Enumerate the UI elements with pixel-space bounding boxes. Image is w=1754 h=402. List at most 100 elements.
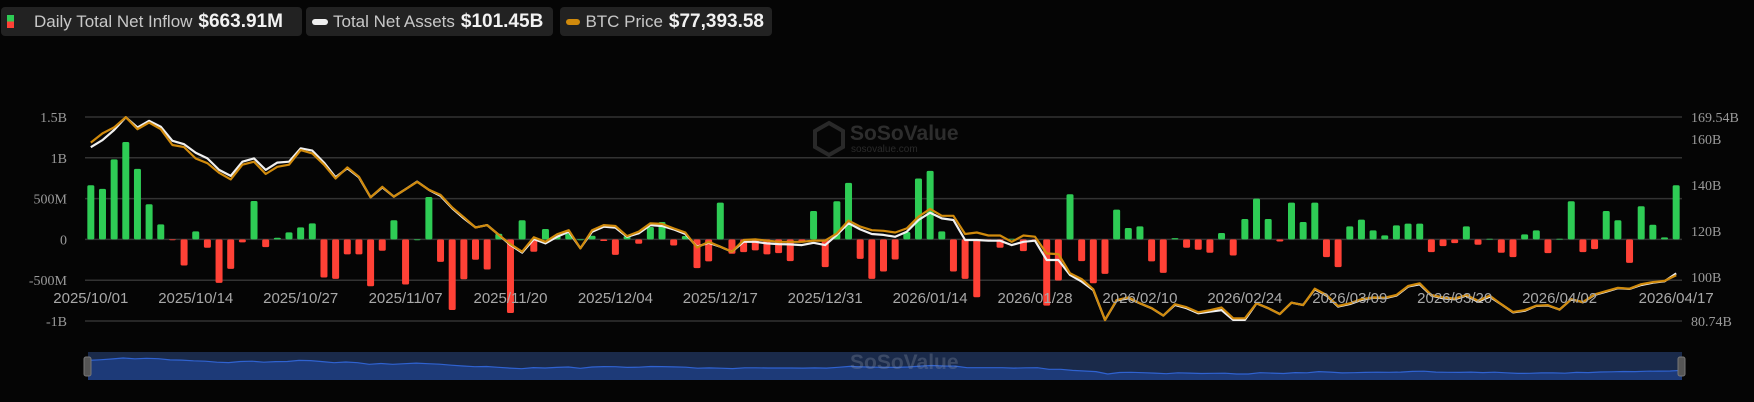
inflow-bar bbox=[1404, 223, 1412, 240]
inflow-bar bbox=[949, 239, 957, 272]
inflow-bar bbox=[1509, 239, 1517, 258]
sosovalue-logo-icon bbox=[813, 120, 845, 158]
inflow-bar bbox=[297, 227, 305, 240]
inflow-bar bbox=[1567, 201, 1575, 240]
inflow-bar bbox=[1474, 239, 1482, 245]
inflow-bar bbox=[390, 220, 398, 240]
inflow-bar bbox=[250, 200, 258, 240]
x-axis-tick-label: 2025/10/14 bbox=[158, 290, 233, 307]
inflow-bar bbox=[133, 168, 141, 240]
inflow-bar bbox=[1241, 219, 1249, 240]
inflow-bar bbox=[973, 239, 981, 298]
left-axis-tick-label: 1.5B bbox=[40, 111, 67, 126]
inflow-bar bbox=[1322, 239, 1330, 258]
inflow-bar bbox=[1521, 234, 1529, 240]
inflow-bar bbox=[402, 239, 410, 285]
inflow-bar bbox=[448, 239, 456, 310]
inflow-bar bbox=[1532, 230, 1540, 240]
inflow-bar bbox=[192, 231, 200, 240]
inflow-bar bbox=[1392, 225, 1400, 240]
x-axis-tick-label: 2026/04/17 bbox=[1639, 290, 1714, 307]
slider-left-handle[interactable] bbox=[83, 356, 92, 377]
inflow-bar bbox=[856, 239, 864, 259]
inflow-bar bbox=[1194, 239, 1202, 250]
x-axis-tick-label: 2025/12/17 bbox=[683, 290, 758, 307]
inflow-bar bbox=[308, 223, 316, 240]
inflow-bar bbox=[122, 142, 130, 240]
inflow-bar bbox=[1672, 185, 1680, 240]
right-axis-tick-label: 169.54B bbox=[1691, 111, 1739, 126]
inflow-bar bbox=[110, 159, 118, 240]
inflow-bar bbox=[87, 185, 95, 240]
inflow-bar bbox=[716, 202, 724, 240]
inflow-bar bbox=[157, 224, 165, 240]
inflow-bar bbox=[600, 239, 608, 242]
inflow-bar bbox=[203, 239, 211, 248]
inflow-bar bbox=[1287, 202, 1295, 240]
inflow-bar bbox=[926, 170, 934, 240]
inflow-bar bbox=[1544, 239, 1552, 254]
watermark: SoSoValue sosovalue.com bbox=[813, 120, 959, 158]
x-axis-tick-label: 2026/03/20 bbox=[1417, 290, 1492, 307]
inflow-bar bbox=[1066, 194, 1074, 240]
inflow-bar bbox=[891, 239, 899, 260]
inflow-bar bbox=[670, 239, 678, 246]
data-zoom-slider[interactable]: SoSoValue bbox=[83, 351, 1686, 380]
inflow-bar bbox=[938, 231, 946, 240]
inflow-bar bbox=[1556, 238, 1564, 240]
inflow-bar bbox=[1626, 239, 1634, 263]
left-axis-tick-label: -500M bbox=[29, 274, 68, 289]
inflow-bar bbox=[483, 239, 491, 270]
inflow-bar bbox=[1089, 239, 1097, 284]
x-axis-tick-label: 2026/04/02 bbox=[1522, 290, 1597, 307]
right-axis-tick-label: 160B bbox=[1691, 133, 1721, 148]
inflow-bar bbox=[1276, 239, 1284, 242]
inflow-bar bbox=[1614, 220, 1622, 240]
inflow-bar bbox=[1183, 239, 1191, 248]
inflow-bar bbox=[518, 220, 526, 240]
inflow-bar bbox=[332, 239, 340, 279]
x-axis-tick-label: 2025/10/01 bbox=[53, 290, 128, 307]
inflow-bar bbox=[1357, 219, 1365, 240]
inflow-bar bbox=[1136, 226, 1144, 240]
inflow-bar bbox=[180, 239, 188, 266]
right-axis-tick-label: 120B bbox=[1691, 225, 1721, 240]
inflow-bar bbox=[215, 239, 223, 283]
slider-right-handle[interactable] bbox=[1677, 356, 1686, 377]
inflow-bar bbox=[1427, 239, 1435, 253]
left-axis-tick-label: -1B bbox=[46, 315, 67, 330]
inflow-bar bbox=[145, 204, 153, 240]
inflow-bar bbox=[1078, 239, 1086, 262]
inflow-bar bbox=[238, 239, 246, 243]
inflow-bar bbox=[576, 239, 584, 241]
watermark-site: sosovalue.com bbox=[851, 144, 918, 155]
x-axis-tick-label: 2026/02/10 bbox=[1102, 290, 1177, 307]
inflow-bar bbox=[1661, 237, 1669, 240]
inflow-bar bbox=[460, 239, 468, 280]
slider-watermark-brand: SoSoValue bbox=[850, 351, 959, 374]
inflow-bar bbox=[1334, 239, 1342, 268]
inflow-bar bbox=[378, 239, 386, 251]
inflow-bar bbox=[646, 226, 654, 240]
inflow-bar bbox=[367, 239, 375, 287]
watermark-brand: SoSoValue bbox=[850, 122, 959, 145]
inflow-bar bbox=[1497, 239, 1505, 253]
inflow-bar bbox=[472, 239, 480, 260]
left-axis-tick-label: 0 bbox=[60, 233, 67, 248]
x-axis-tick-label: 2025/10/27 bbox=[263, 290, 338, 307]
inflow-bar bbox=[961, 239, 969, 279]
x-axis-tick-label: 2025/11/07 bbox=[369, 290, 443, 307]
x-axis-tick-label: 2026/03/09 bbox=[1312, 290, 1387, 307]
inflow-bar bbox=[413, 239, 421, 241]
inflow-bar bbox=[285, 232, 293, 240]
left-axis-tick-label: 500M bbox=[34, 193, 68, 208]
inflow-bar bbox=[1486, 238, 1494, 240]
inflow-bar bbox=[1113, 209, 1121, 240]
inflow-bar bbox=[1264, 219, 1272, 240]
inflow-bar bbox=[425, 196, 433, 240]
x-axis-tick-label: 2026/02/24 bbox=[1207, 290, 1282, 307]
inflow-bar bbox=[611, 239, 619, 255]
inflow-bar bbox=[98, 188, 106, 240]
x-axis-tick-label: 2026/01/28 bbox=[998, 290, 1073, 307]
inflow-bar bbox=[227, 239, 235, 269]
